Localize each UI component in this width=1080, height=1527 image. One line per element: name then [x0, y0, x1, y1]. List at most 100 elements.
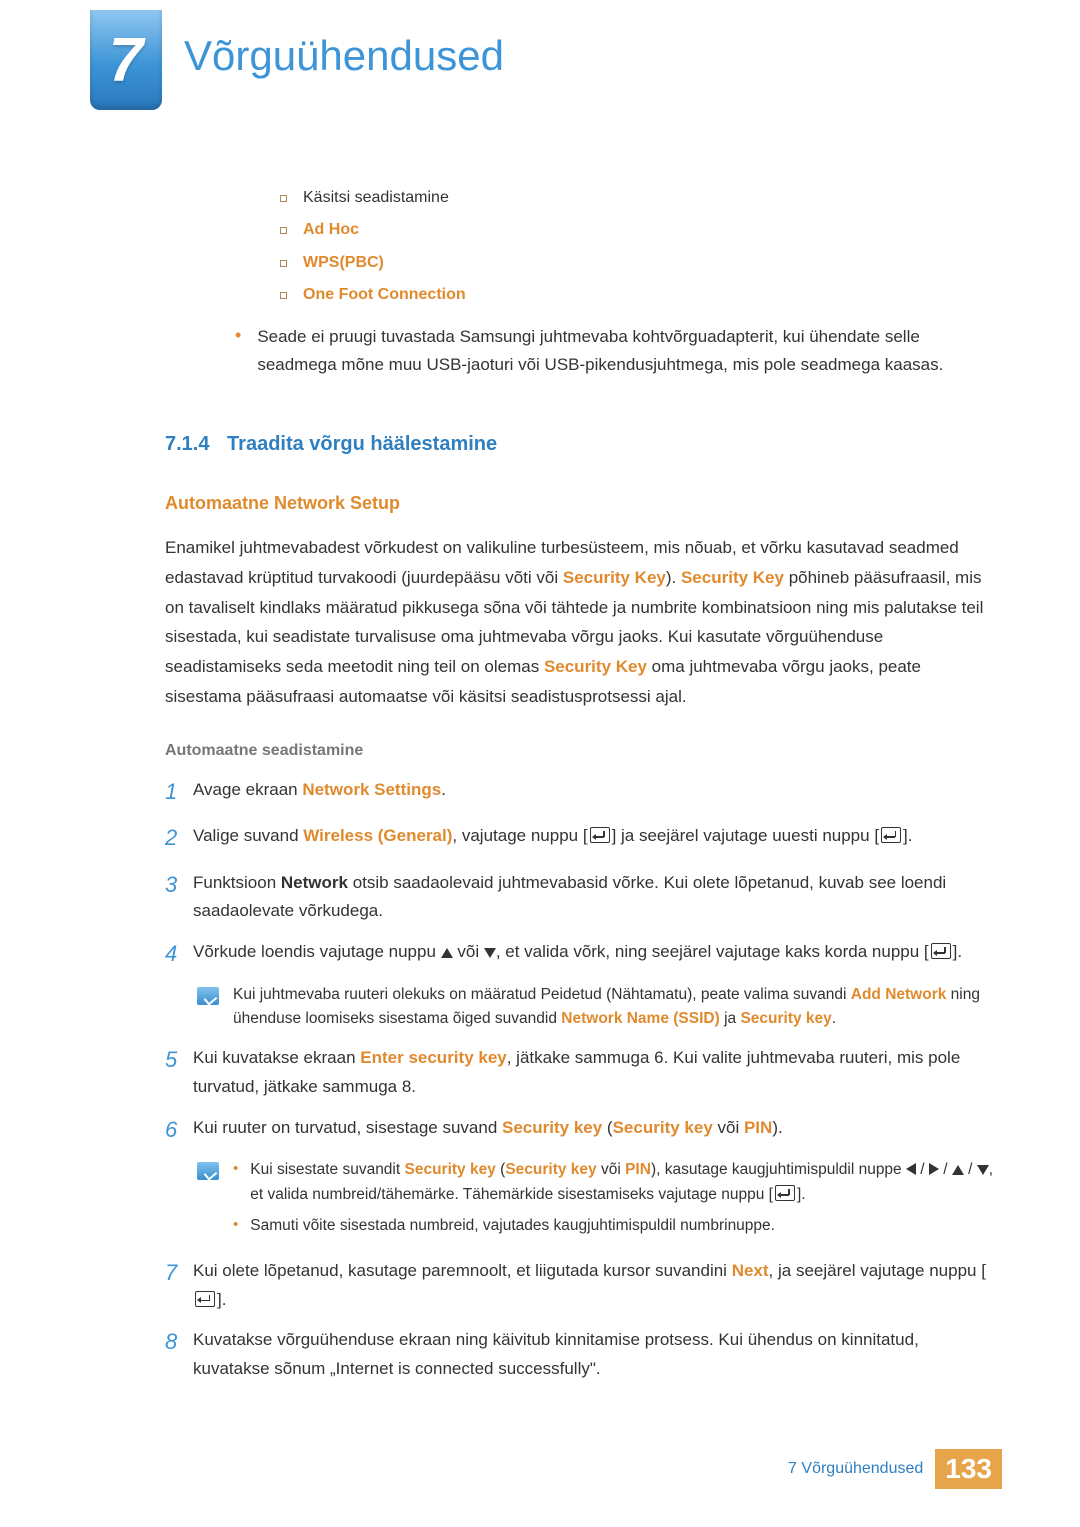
step-body: Valige suvand Wireless (General), vajuta…: [193, 820, 995, 856]
highlight-term: PIN: [744, 1118, 772, 1137]
dot-bullet-icon: •: [235, 323, 241, 381]
text: Valige suvand: [193, 826, 303, 845]
triangle-up-icon: [952, 1165, 964, 1175]
highlight-term: Security key: [740, 1010, 831, 1027]
text: Kui ruuter on turvatud, sisestage suvand: [193, 1118, 502, 1137]
square-bullet-icon: [280, 195, 287, 202]
step-body: Kui olete lõpetanud, kasutage paremnoolt…: [193, 1255, 995, 1315]
highlight-term: Next: [732, 1261, 769, 1280]
section-heading: 7.1.4 Traadita võrgu häälestamine: [165, 428, 995, 461]
text: Kui olete lõpetanud, kasutage paremnoolt…: [193, 1261, 732, 1280]
highlight-term: Security key: [613, 1118, 713, 1137]
section-title: Traadita võrgu häälestamine: [227, 433, 497, 455]
step-body: Kui ruuter on turvatud, sisestage suvand…: [193, 1112, 995, 1148]
triangle-right-icon: [929, 1163, 939, 1175]
chapter-title: Võrguühendused: [184, 32, 504, 80]
text: ].: [953, 942, 962, 961]
enter-icon: [775, 1185, 795, 1201]
text: ).: [772, 1118, 782, 1137]
step-item: 2 Valige suvand Wireless (General), vaju…: [165, 820, 995, 856]
step-body: Funktsioon Network otsib saadaolevaid ju…: [193, 867, 995, 927]
text: ] ja seejärel vajutage uuesti nuppu [: [612, 826, 879, 845]
page-number: 133: [935, 1449, 1002, 1489]
text: , ja seejärel vajutage nuppu [: [769, 1261, 986, 1280]
triangle-up-icon: [441, 948, 453, 958]
highlight-term: Add Network: [851, 986, 947, 1003]
text: ].: [217, 1290, 226, 1309]
step-item: 7 Kui olete lõpetanud, kasutage paremnoo…: [165, 1255, 995, 1315]
text: ).: [666, 568, 681, 587]
list-item-text: Käsitsi seadistamine: [303, 185, 449, 211]
step-number: 3: [165, 867, 193, 927]
list-item: One Foot Connection: [280, 282, 995, 308]
dot-bullet-icon: •: [233, 1158, 238, 1208]
text: Võrkude loendis vajutage nuppu: [193, 942, 441, 961]
chapter-number: 7: [109, 25, 143, 96]
highlight-term: Network Settings: [302, 780, 441, 799]
text: (: [496, 1161, 505, 1178]
text: (: [602, 1118, 612, 1137]
document-page: 7 Võrguühendused Käsitsi seadistamine Ad…: [0, 0, 1080, 1527]
note-text: Samuti võite sisestada numbreid, vajutad…: [250, 1214, 995, 1239]
square-bullet-icon: [280, 260, 287, 267]
text: , vajutage nuppu [: [452, 826, 587, 845]
step-number: 1: [165, 774, 193, 810]
text: või: [453, 942, 484, 961]
list-item: WPS(PBC): [280, 250, 995, 276]
text: ), kasutage kaugjuhtimispuldil nuppe: [651, 1161, 906, 1178]
text: Avage ekraan: [193, 780, 302, 799]
list-item-text: One Foot Connection: [303, 282, 466, 308]
list-item-text: WPS(PBC): [303, 250, 384, 276]
note-bullet: • Kui sisestate suvandit Security key (S…: [233, 1158, 995, 1208]
highlight-term: Security Key: [681, 568, 784, 587]
note-icon: [197, 987, 219, 1005]
section-number: 7.1.4: [165, 433, 209, 455]
note-body: Kui juhtmevaba ruuteri olekuks on määrat…: [233, 983, 995, 1033]
step-number: 7: [165, 1255, 193, 1315]
list-item: Käsitsi seadistamine: [280, 185, 995, 211]
highlight-term: Network Name (SSID): [561, 1010, 719, 1027]
square-bullet-icon: [280, 227, 287, 234]
highlight-term: PIN: [625, 1161, 651, 1178]
sub-heading-grey: Automaatne seadistamine: [165, 738, 995, 764]
note-bullet: • Samuti võite sisestada numbreid, vajut…: [233, 1214, 995, 1239]
highlight-term: Enter security key: [360, 1048, 506, 1067]
enter-icon: [931, 943, 951, 959]
enter-icon: [195, 1291, 215, 1307]
footer-label: 7 Võrguühendused: [788, 1460, 923, 1478]
step-number: 2: [165, 820, 193, 856]
text: .: [441, 780, 446, 799]
highlight-term: Security key: [405, 1161, 496, 1178]
highlight-term: Security Key: [563, 568, 666, 587]
text: .: [832, 1010, 836, 1027]
text: ja: [720, 1010, 741, 1027]
step-body: Võrkude loendis vajutage nuppu või , et …: [193, 936, 995, 972]
bold-term: Network: [281, 873, 348, 892]
step-body: Kui kuvatakse ekraan Enter security key,…: [193, 1042, 995, 1102]
step-body: Kuvatakse võrguühenduse ekraan ning käiv…: [193, 1324, 995, 1384]
highlight-term: Security Key: [544, 657, 647, 676]
text: Kui sisestate suvandit: [250, 1161, 404, 1178]
bullet-item: • Seade ei pruugi tuvastada Samsungi juh…: [235, 323, 995, 381]
note-block: Kui juhtmevaba ruuteri olekuks on määrat…: [197, 983, 995, 1033]
sub-bullet-list: Käsitsi seadistamine Ad Hoc WPS(PBC) One…: [280, 185, 995, 309]
triangle-down-icon: [484, 948, 496, 958]
note-body: • Kui sisestate suvandit Security key ( S…: [233, 1158, 995, 1244]
step-number: 4: [165, 936, 193, 972]
step-item: 3 Funktsioon Network otsib saadaolevaid …: [165, 867, 995, 927]
text: ].: [797, 1186, 806, 1203]
text: või: [713, 1118, 744, 1137]
step-number: 8: [165, 1324, 193, 1384]
step-item: 4 Võrkude loendis vajutage nuppu või , e…: [165, 936, 995, 972]
enter-icon: [590, 827, 610, 843]
step-number: 6: [165, 1112, 193, 1148]
highlight-term: Security key: [502, 1118, 602, 1137]
note-icon: [197, 1162, 219, 1180]
list-item: Ad Hoc: [280, 217, 995, 243]
triangle-left-icon: [906, 1163, 916, 1175]
step-item: 8 Kuvatakse võrguühenduse ekraan ning kä…: [165, 1324, 995, 1384]
chapter-tab: 7: [90, 10, 162, 110]
bullet-text: Seade ei pruugi tuvastada Samsungi juhtm…: [257, 323, 995, 381]
step-item: 1 Avage ekraan Network Settings.: [165, 774, 995, 810]
triangle-down-icon: [977, 1165, 989, 1175]
